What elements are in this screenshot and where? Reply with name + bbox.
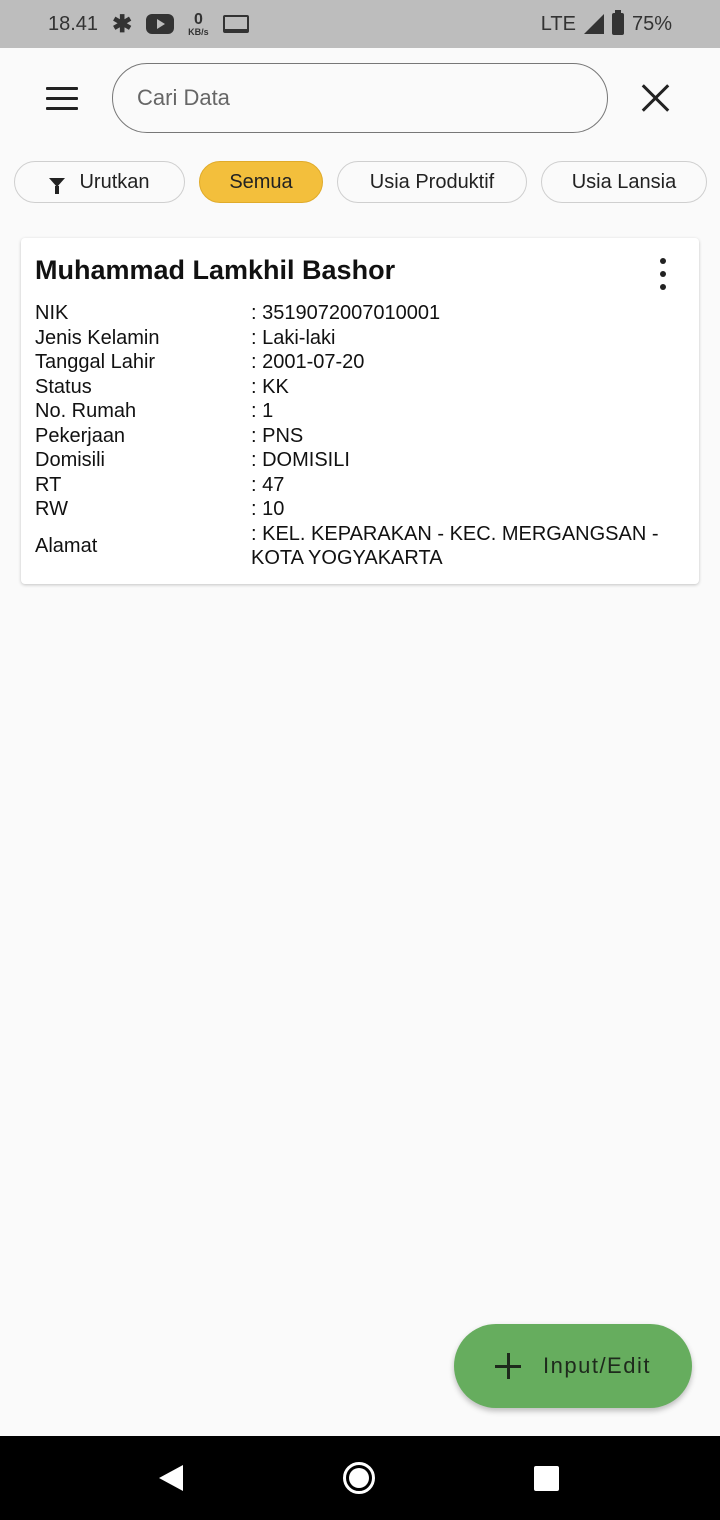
field-row: Domisili : DOMISILI bbox=[35, 448, 685, 473]
menu-icon[interactable] bbox=[46, 87, 78, 110]
network-type: LTE bbox=[540, 12, 576, 35]
field-value: : DOMISILI bbox=[251, 449, 350, 471]
chip-semua[interactable]: Semua bbox=[199, 161, 323, 203]
field-value: : 47 bbox=[251, 473, 285, 496]
home-icon[interactable] bbox=[343, 1462, 375, 1494]
field-label: Alamat bbox=[35, 534, 98, 557]
plus-icon bbox=[495, 1353, 522, 1379]
top-app-bar bbox=[0, 48, 720, 148]
filter-chips: Urutkan Semua Usia Produktif Usia Lansia bbox=[14, 161, 720, 205]
search-input[interactable] bbox=[112, 63, 608, 133]
status-bar: 18.41 ✱ 0 KB/s LTE 75% bbox=[0, 0, 720, 48]
laptop-icon bbox=[222, 15, 249, 33]
chip-usia-lansia[interactable]: Usia Lansia bbox=[541, 161, 707, 203]
network-speed: 0 KB/s bbox=[188, 10, 209, 37]
field-label: RW bbox=[35, 498, 68, 520]
field-row: Jenis Kelamin : Laki-laki bbox=[35, 326, 685, 351]
field-row: RT : 47 bbox=[35, 473, 685, 498]
sort-chip-label: Urutkan bbox=[79, 170, 150, 193]
field-label: Domisili bbox=[35, 449, 105, 471]
field-value: : Laki-laki bbox=[251, 326, 336, 349]
network-speed-value: 0 bbox=[193, 10, 203, 28]
field-row: NIK : 3519072007010001 bbox=[35, 301, 685, 326]
more-options-icon[interactable] bbox=[653, 258, 673, 290]
field-row: Pekerjaan : PNS bbox=[35, 424, 685, 449]
field-row: RW : 10 bbox=[35, 497, 685, 522]
field-label: Status bbox=[35, 375, 92, 398]
field-value: : 2001-07-20 bbox=[251, 351, 365, 373]
network-speed-unit: KB/s bbox=[188, 26, 209, 37]
field-label: NIK bbox=[35, 302, 69, 324]
back-icon[interactable] bbox=[159, 1465, 183, 1491]
sort-chip[interactable]: Urutkan bbox=[14, 161, 185, 203]
navigation-bar bbox=[0, 1436, 720, 1520]
youtube-icon bbox=[146, 14, 175, 34]
field-row: No. Rumah : 1 bbox=[35, 399, 685, 424]
status-time: 18.41 bbox=[48, 12, 99, 35]
field-label: Pekerjaan bbox=[35, 424, 126, 447]
input-edit-label: Input/Edit bbox=[543, 1353, 651, 1378]
field-value: : PNS bbox=[251, 424, 304, 447]
field-value: : 1 bbox=[251, 400, 274, 422]
resident-details: NIK : 3519072007010001 Jenis Kelamin : L… bbox=[35, 301, 685, 571]
field-label: Jenis Kelamin bbox=[35, 326, 160, 349]
signal-icon bbox=[583, 14, 604, 34]
field-value: : KEL. KEPARAKAN - KEC. MERGANGSAN - KOT… bbox=[251, 522, 659, 570]
resident-card[interactable]: Muhammad Lamkhil Bashor NIK : 3519072007… bbox=[21, 238, 699, 584]
field-label: No. Rumah bbox=[35, 400, 137, 422]
field-value: : 10 bbox=[251, 498, 285, 520]
field-row: Tanggal Lahir : 2001-07-20 bbox=[35, 350, 685, 375]
field-label: RT bbox=[35, 473, 62, 496]
close-icon[interactable] bbox=[640, 82, 672, 114]
battery-icon bbox=[611, 10, 624, 35]
chip-usia-produktif[interactable]: Usia Produktif bbox=[337, 161, 527, 203]
input-edit-button[interactable]: Input/Edit bbox=[454, 1324, 692, 1408]
field-row: Alamat : KEL. KEPARAKAN - KEC. MERGANGSA… bbox=[35, 522, 685, 571]
filter-icon bbox=[49, 177, 66, 194]
recent-apps-icon[interactable] bbox=[534, 1466, 559, 1491]
field-label: Tanggal Lahir bbox=[35, 351, 156, 373]
field-value: : KK bbox=[251, 375, 289, 398]
slack-icon: ✱ bbox=[112, 10, 133, 38]
field-value: : 3519072007010001 bbox=[251, 302, 441, 324]
field-row: Status : KK bbox=[35, 375, 685, 400]
resident-name: Muhammad Lamkhil Bashor bbox=[35, 255, 396, 285]
battery-level: 75% bbox=[631, 12, 672, 35]
